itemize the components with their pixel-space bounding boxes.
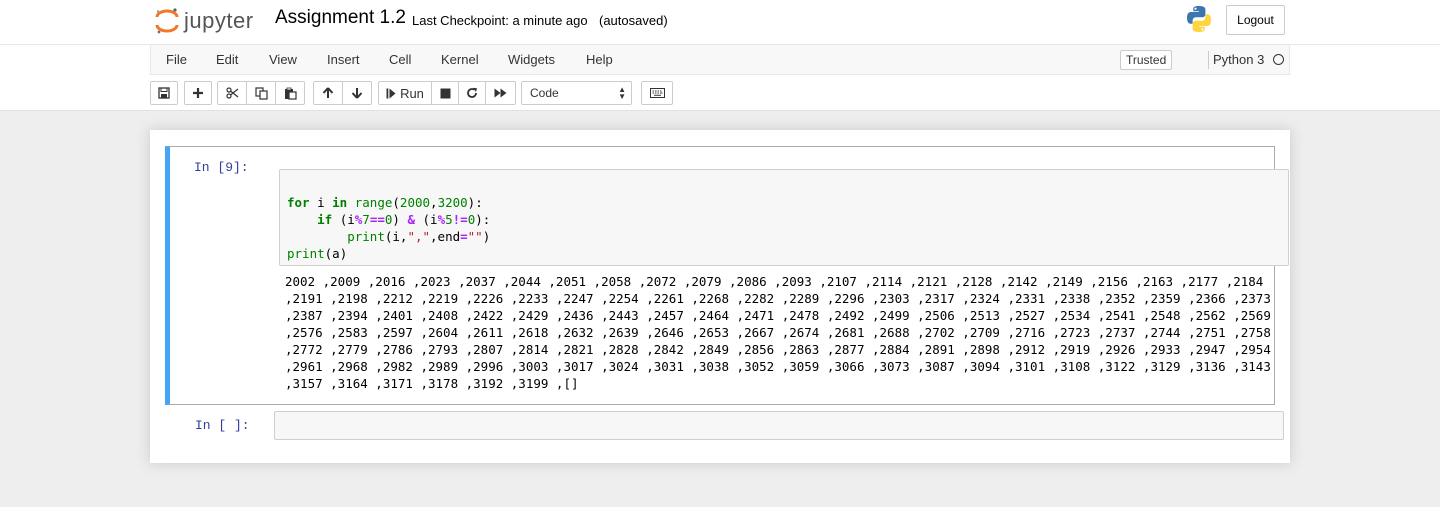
header: jupyter Assignment 1.2 Last Checkpoint: …	[0, 0, 1440, 111]
kernel-idle-indicator-icon	[1273, 54, 1284, 65]
menu-bar: File Edit View Insert Cell Kernel Widget…	[150, 45, 1290, 75]
top-bar: jupyter Assignment 1.2 Last Checkpoint: …	[150, 0, 1290, 44]
jupyter-logo-icon	[155, 8, 179, 34]
notebook-container: In [9]: for i in range(2000,3200): if (i…	[150, 130, 1290, 463]
menu-widgets[interactable]: Widgets	[508, 52, 555, 67]
menu-insert[interactable]: Insert	[327, 52, 360, 67]
code-line-2: if (i%7==0) & (i%5!=0):	[317, 212, 491, 227]
arrow-up-icon	[322, 87, 334, 98]
copy-icon	[254, 86, 268, 100]
kernel-name[interactable]: Python 3	[1213, 52, 1264, 67]
keyboard-icon	[649, 88, 665, 98]
cut-button[interactable]	[217, 81, 247, 105]
checkpoint-status: Last Checkpoint: a minute ago	[412, 13, 588, 28]
insert-cell-button[interactable]	[184, 81, 212, 105]
move-cell-down-button[interactable]	[342, 81, 372, 105]
menu-cell[interactable]: Cell	[389, 52, 411, 67]
logout-button[interactable]: Logout	[1226, 5, 1285, 35]
move-cell-up-button[interactable]	[313, 81, 343, 105]
menu-view[interactable]: View	[269, 52, 297, 67]
code-text: for i in range(2000,3200): if (i%7==0) &…	[287, 194, 490, 262]
kernel-separator	[1208, 51, 1209, 69]
python-logo-icon	[1184, 4, 1214, 39]
select-arrows-icon: ▲ ▼	[618, 85, 626, 101]
code-line-1: for i in range(2000,3200):	[287, 195, 483, 210]
input-prompt-empty: In [ ]:	[195, 418, 250, 433]
fast-forward-icon	[494, 88, 507, 98]
menu-help[interactable]: Help	[586, 52, 613, 67]
cell-type-value: Code	[530, 86, 559, 100]
copy-button[interactable]	[246, 81, 276, 105]
interrupt-kernel-button[interactable]	[431, 81, 459, 105]
save-icon	[158, 87, 170, 99]
code-editor-empty[interactable]	[274, 411, 1284, 440]
code-line-4: print(a)	[287, 246, 348, 261]
save-button[interactable]	[150, 81, 178, 105]
cell-output: 2002 ,2009 ,2016 ,2023 ,2037 ,2044 ,2051…	[285, 274, 1279, 391]
notebook-title[interactable]: Assignment 1.2	[275, 7, 406, 29]
restart-icon	[467, 87, 477, 98]
cut-icon	[225, 87, 238, 99]
restart-run-all-button[interactable]	[485, 81, 516, 105]
command-palette-button[interactable]	[641, 81, 673, 105]
run-label: Run	[400, 85, 424, 101]
menu-file[interactable]: File	[166, 52, 187, 67]
cell-type-select[interactable]: Code ▲ ▼	[521, 81, 632, 105]
menu-kernel[interactable]: Kernel	[441, 52, 479, 67]
plus-icon	[193, 88, 203, 98]
logo-text: jupyter	[184, 8, 254, 33]
input-prompt: In [9]:	[194, 160, 249, 175]
jupyter-logo[interactable]: jupyter	[154, 6, 254, 36]
toolbar: Run Code ▲ ▼	[150, 81, 1290, 105]
step-forward-icon	[386, 88, 396, 98]
code-editor[interactable]: for i in range(2000,3200): if (i%7==0) &…	[279, 169, 1289, 266]
stop-icon	[440, 88, 450, 98]
code-cell-selected[interactable]: In [9]: for i in range(2000,3200): if (i…	[165, 146, 1289, 405]
restart-kernel-button[interactable]	[458, 81, 486, 105]
code-line-3: print(i,",",end="")	[347, 229, 491, 244]
code-cell-empty[interactable]: In [ ]:	[165, 410, 1284, 442]
menu-edit[interactable]: Edit	[216, 52, 238, 67]
autosave-status: (autosaved)	[599, 13, 668, 28]
arrow-down-icon	[351, 88, 363, 99]
trusted-badge[interactable]: Trusted	[1120, 50, 1173, 70]
run-button[interactable]: Run	[378, 81, 432, 105]
paste-button[interactable]	[275, 81, 305, 105]
paste-icon	[284, 87, 297, 100]
